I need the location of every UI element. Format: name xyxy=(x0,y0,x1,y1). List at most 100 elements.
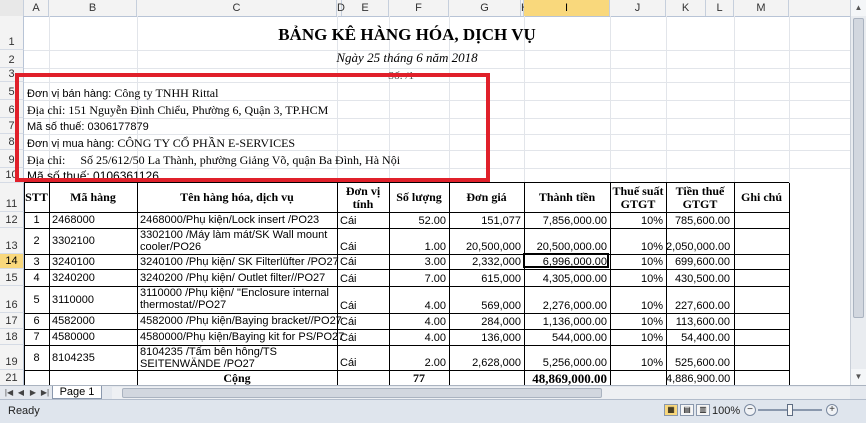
header-tien-thue-line1: Tiền thuế xyxy=(675,183,725,198)
row-header-2[interactable]: 2 xyxy=(0,50,24,68)
item-name: 2468000/Phụ kiện/Lock insert /PO23 xyxy=(140,214,320,226)
page-layout-view-icon[interactable]: ▤ xyxy=(680,404,694,416)
item-code: 3110000 xyxy=(52,294,95,306)
header-ten-hang: Tên hàng hóa, dịch vụ xyxy=(180,190,294,204)
column-header-k[interactable]: K xyxy=(666,0,706,16)
item-qty: 2.00 xyxy=(424,357,446,369)
item-qty: 4.00 xyxy=(424,316,446,328)
total-amount: 48,869,000.00 xyxy=(532,371,607,385)
header-thue-suat-line2: GTGT xyxy=(620,196,656,211)
item-qty: 1.00 xyxy=(424,241,446,253)
status-ready: Ready xyxy=(8,405,40,417)
column-header-c[interactable]: C xyxy=(137,0,337,16)
row-header-11[interactable]: 11 xyxy=(0,183,24,212)
item-amount: 5,256,000.00 xyxy=(542,357,607,369)
table-border xyxy=(24,345,789,346)
item-name-line2: thermostat//PO27 xyxy=(140,299,227,311)
table-border xyxy=(24,286,789,287)
scroll-down-icon[interactable]: ▼ xyxy=(851,369,866,385)
active-cell-cursor[interactable] xyxy=(523,253,609,268)
sheet-tab-page-1[interactable]: Page 1 xyxy=(52,386,102,399)
header-don-vi: Đơn vị tính xyxy=(337,183,389,212)
item-stt: 1 xyxy=(33,214,40,226)
column-header-l[interactable]: L xyxy=(706,0,734,16)
zoom-out-icon[interactable]: − xyxy=(744,404,756,416)
column-header-bar: A B C D E F G H I J K L M xyxy=(0,0,850,17)
status-bar: Ready ▦ ▤ ▥ 100% − + xyxy=(0,399,866,423)
item-code: 2468000 xyxy=(52,214,95,226)
header-don-vi-line1: Đơn vị xyxy=(345,183,381,198)
column-header-a[interactable]: A xyxy=(24,0,49,16)
zoom-in-icon[interactable]: + xyxy=(826,404,838,416)
item-stt: 8 xyxy=(33,352,40,364)
column-header-b[interactable]: B xyxy=(49,0,137,16)
column-header-m[interactable]: M xyxy=(734,0,789,16)
normal-view-icon[interactable]: ▦ xyxy=(664,404,678,416)
select-all-corner[interactable] xyxy=(0,0,24,16)
item-unit: Cái xyxy=(340,215,357,227)
table-border xyxy=(49,183,50,385)
item-tax-rate: 10% xyxy=(640,300,663,312)
row-header-16[interactable]: 16 xyxy=(0,286,24,313)
item-tax-rate: 10% xyxy=(640,241,663,253)
item-stt: 6 xyxy=(33,315,40,327)
item-code: 3240100 xyxy=(52,256,95,268)
document-title: BẢNG KÊ HÀNG HÓA, DỊCH VỤ xyxy=(278,25,536,44)
horizontal-scrollbar[interactable] xyxy=(112,387,850,399)
item-qty: 52.00 xyxy=(418,215,446,227)
zoom-slider-handle[interactable] xyxy=(787,404,793,416)
item-tax-amount: 2,050,000.00 xyxy=(666,241,731,253)
item-name: 4582000 /Phụ kiện/Baying bracket//PO27 xyxy=(140,315,342,327)
header-don-gia: Đơn giá xyxy=(466,190,507,204)
row-header-21[interactable]: 21 xyxy=(0,370,24,385)
item-price: 615,000 xyxy=(481,273,521,285)
total-label: Cộng xyxy=(223,371,251,385)
item-code: 3240200 xyxy=(52,272,95,284)
table-border xyxy=(24,329,789,330)
table-border xyxy=(24,313,789,314)
total-tax: 4,886,900.00 xyxy=(666,373,731,385)
row-header-13[interactable]: 13 xyxy=(0,228,24,254)
vertical-scroll-thumb[interactable] xyxy=(853,18,864,318)
vertical-scrollbar[interactable]: ▲ ▼ xyxy=(850,0,866,385)
spreadsheet-grid[interactable]: A B C D E F G H I J K L M 1 2 3 5 6 7 8 … xyxy=(0,0,850,385)
item-unit: Cái xyxy=(340,241,357,253)
item-name: 3302100 /Máy làm mát/SK Wall mount xyxy=(140,229,328,241)
column-header-j[interactable]: J xyxy=(610,0,666,16)
item-stt: 2 xyxy=(33,235,40,247)
item-qty: 4.00 xyxy=(424,300,446,312)
gridline xyxy=(24,68,850,69)
column-header-g[interactable]: G xyxy=(449,0,521,16)
item-unit: Cái xyxy=(340,332,357,344)
item-price: 136,000 xyxy=(481,332,521,344)
last-sheet-icon[interactable]: ▶| xyxy=(38,387,52,399)
row-header-18[interactable]: 18 xyxy=(0,329,24,345)
item-code: 4580000 xyxy=(52,331,95,343)
item-tax-amount: 525,600.00 xyxy=(674,357,730,369)
row-header-1[interactable]: 1 xyxy=(0,16,24,50)
item-name: 3110000 /Phụ kiện/ "Enclosure internal xyxy=(140,287,329,299)
item-qty: 7.00 xyxy=(424,273,446,285)
page-break-view-icon[interactable]: ▥ xyxy=(696,404,710,416)
item-name: 3240200 /Phụ kiện/ Outlet filter//PO27 xyxy=(140,272,326,284)
row-header-17[interactable]: 17 xyxy=(0,313,24,329)
zoom-level[interactable]: 100% xyxy=(712,405,740,417)
item-price: 569,000 xyxy=(481,300,521,312)
row-header-19[interactable]: 19 xyxy=(0,345,24,370)
row-header-15[interactable]: 15 xyxy=(0,269,24,286)
header-tien-thue: Tiền thuế GTGT xyxy=(666,183,734,212)
column-header-i[interactable]: I xyxy=(524,0,610,16)
header-ghi-chu: Ghi chú xyxy=(740,190,782,204)
document-date: Ngày 25 tháng 6 năm 2018 xyxy=(336,50,478,65)
item-tax-amount: 785,600.00 xyxy=(674,215,730,227)
item-price: 151,077 xyxy=(481,215,521,227)
column-header-f[interactable]: F xyxy=(389,0,449,16)
column-header-e[interactable]: E xyxy=(342,0,389,16)
horizontal-scroll-thumb[interactable] xyxy=(122,388,602,398)
scroll-up-icon[interactable]: ▲ xyxy=(851,0,866,16)
item-amount: 1,136,000.00 xyxy=(542,316,607,328)
item-unit: Cái xyxy=(340,256,357,268)
row-header-14[interactable]: 14 xyxy=(0,254,24,269)
sheet-tab-bar: |◀ ◀ ▶ ▶| Page 1 xyxy=(0,385,866,399)
row-header-12[interactable]: 12 xyxy=(0,212,24,228)
